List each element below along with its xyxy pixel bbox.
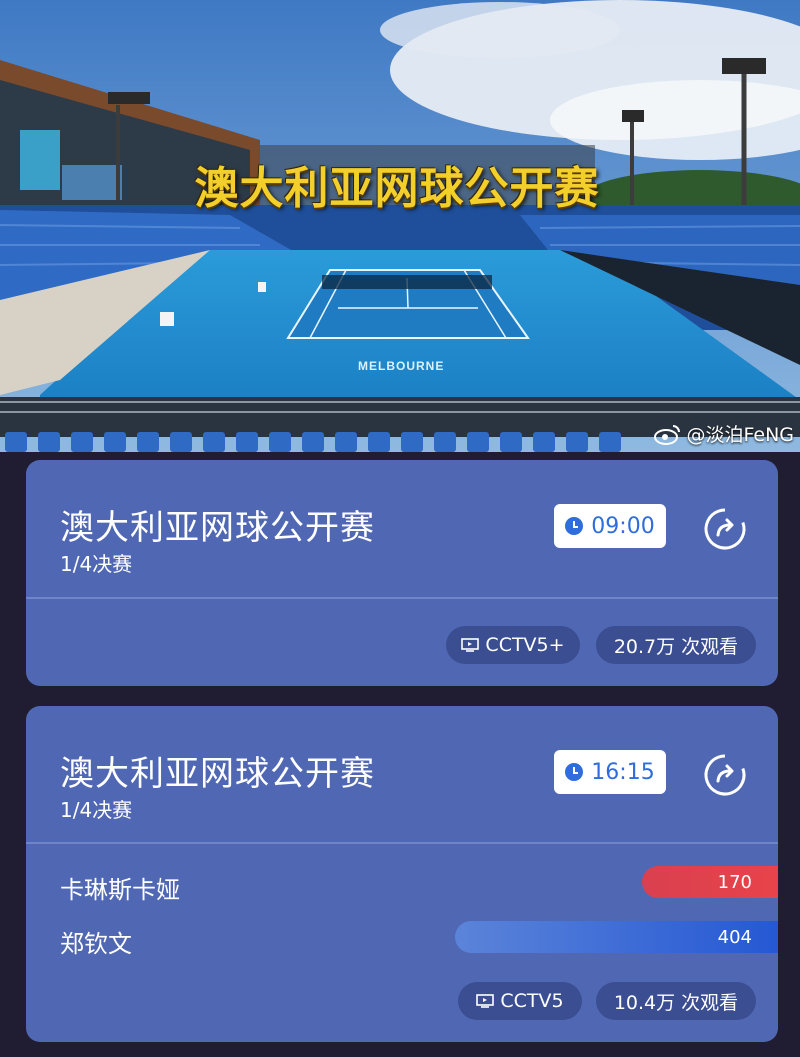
tv-icon (461, 638, 480, 652)
player-vote-bar[interactable]: 170 (642, 866, 778, 898)
watermark: @淡泊FeNG (654, 420, 794, 447)
view-count: 10.4万 次观看 (613, 991, 739, 1014)
card-divider (26, 597, 778, 599)
player-vote-bar[interactable]: 404 (455, 921, 778, 953)
player-vote-count: 170 (717, 871, 752, 893)
match-round: 1/4决赛 (60, 552, 133, 576)
channel-name: CCTV5+ (485, 634, 565, 656)
match-round: 1/4决赛 (60, 798, 133, 822)
match-time: 09:00 (591, 513, 655, 539)
replay-icon[interactable] (702, 752, 748, 798)
view-count: 20.7万 次观看 (613, 635, 739, 658)
channel-name: CCTV5 (500, 990, 564, 1012)
clock-icon (565, 763, 584, 781)
match-card[interactable]: 澳大利亚网球公开赛 1/4决赛 16:15 卡琳斯卡娅 170 郑钦文 404 … (26, 706, 778, 1042)
banner-image: 澳大利亚网球公开赛 MELBOURNE @淡泊FeNG (0, 0, 800, 452)
tv-icon (476, 994, 495, 1008)
view-count-badge: 20.7万 次观看 (596, 626, 756, 664)
player-name: 郑钦文 (60, 930, 132, 958)
match-time: 16:15 (591, 759, 655, 785)
clock-icon (565, 517, 584, 535)
watermark-text: @淡泊FeNG (686, 424, 794, 446)
match-title: 澳大利亚网球公开赛 (60, 508, 375, 548)
channel-badge: CCTV5 (458, 982, 582, 1020)
view-count-badge: 10.4万 次观看 (596, 982, 756, 1020)
match-time-badge: 16:15 (554, 750, 666, 794)
card-divider (26, 842, 778, 844)
banner-title: 澳大利亚网球公开赛 (194, 163, 600, 214)
match-card[interactable]: 澳大利亚网球公开赛 1/4决赛 09:00 CCTV5+ 20.7万 次观看 (26, 460, 778, 686)
stadium-illustration (0, 0, 800, 452)
player-vote-count: 404 (717, 926, 752, 948)
channel-badge: CCTV5+ (446, 626, 580, 664)
match-time-badge: 09:00 (554, 504, 666, 548)
weibo-logo-icon (654, 424, 681, 445)
player-name: 卡琳斯卡娅 (60, 876, 180, 904)
replay-icon[interactable] (702, 506, 748, 552)
match-title: 澳大利亚网球公开赛 (60, 754, 375, 794)
court-branding-text: MELBOURNE (358, 359, 445, 373)
